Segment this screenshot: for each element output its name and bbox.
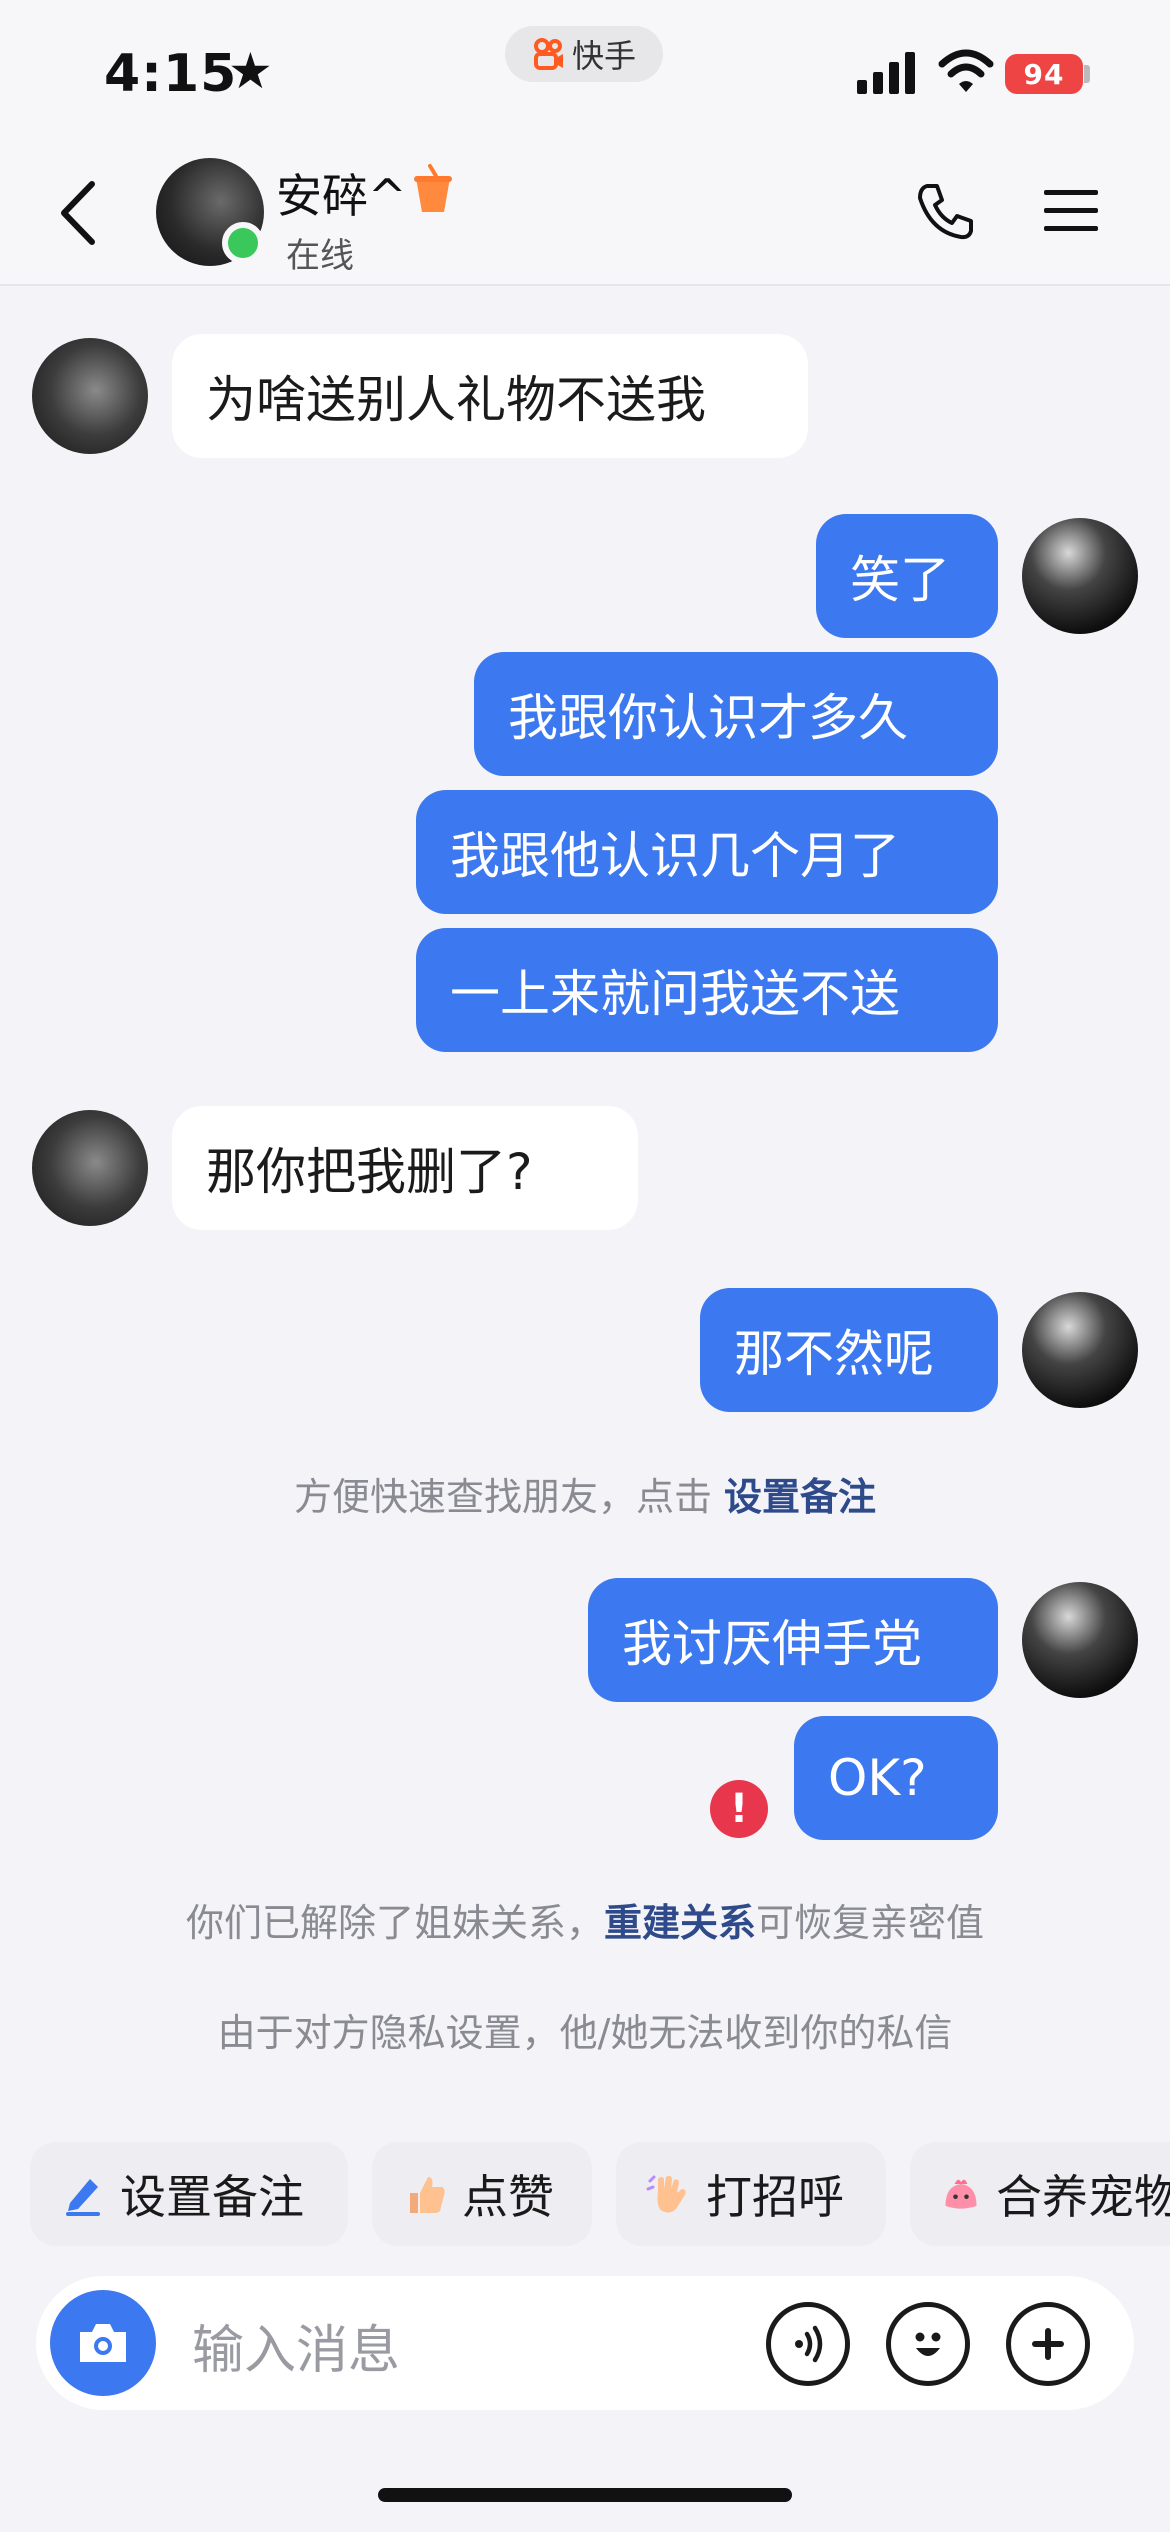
sender-avatar[interactable]: [32, 1110, 148, 1226]
quick-action-label: 设置备注: [120, 2170, 304, 2224]
contact-name[interactable]: 安碎^: [276, 160, 407, 226]
send-failed-icon[interactable]: !: [710, 1780, 768, 1838]
error-mark: !: [729, 1786, 749, 1832]
quick-action-like[interactable]: 点赞: [372, 2142, 592, 2246]
message-text: 笑了: [850, 551, 950, 609]
quick-action-label: 合养宠物: [996, 2170, 1170, 2224]
pencil-icon: [66, 2179, 100, 2216]
message-bubble-incoming[interactable]: 那你把我删了?: [172, 1106, 638, 1230]
remark-tip: 方便快速查找朋友，点击 设置备注: [0, 1466, 1170, 1521]
battery-cap: [1084, 65, 1090, 83]
my-avatar[interactable]: [1022, 1292, 1138, 1408]
camera-button[interactable]: [50, 2290, 156, 2396]
message-bubble-outgoing[interactable]: 一上来就问我送不送: [416, 928, 998, 1052]
quick-action-label: 点赞: [462, 2170, 554, 2224]
sender-avatar[interactable]: [32, 338, 148, 454]
wave-hand-icon: [646, 2175, 686, 2213]
contact-status: 在线: [286, 236, 354, 276]
quick-action-label: 打招呼: [706, 2170, 844, 2224]
camera-icon: [80, 2324, 126, 2362]
quick-action-pet[interactable]: 合养宠物: [910, 2142, 1170, 2246]
status-time: 4:15: [104, 44, 238, 104]
cup-badge-icon: [414, 164, 452, 212]
remark-tip-text: 方便快速查找朋友，点击: [293, 1475, 725, 1519]
message-text: OK?: [828, 1749, 927, 1807]
home-indicator[interactable]: [378, 2488, 792, 2502]
back-arrow-icon[interactable]: [56, 178, 100, 248]
message-text: 那你把我删了?: [206, 1143, 533, 1201]
quick-action-set-remark[interactable]: 设置备注: [30, 2142, 348, 2246]
message-text: 为啥送别人礼物不送我: [206, 371, 706, 429]
online-indicator: [222, 222, 264, 264]
kuaishou-logo-icon: [533, 38, 563, 70]
voice-wave-icon: [795, 2325, 823, 2363]
relation-notice-suffix: 可恢复亲密值: [756, 1901, 985, 1945]
message-text: 那不然呢: [734, 1325, 934, 1383]
privacy-notice: 由于对方隐私设置，他/她无法收到你的私信: [217, 2011, 953, 2055]
message-bubble-outgoing[interactable]: 我跟你认识才多久: [474, 652, 998, 776]
quick-action-greet[interactable]: 打招呼: [616, 2142, 886, 2246]
cellular-signal-icon: [857, 52, 915, 94]
wifi-icon: [938, 49, 994, 92]
message-bubble-outgoing[interactable]: 我跟他认识几个月了: [416, 790, 998, 914]
menu-icon[interactable]: [1042, 186, 1100, 236]
message-bubble-outgoing[interactable]: 那不然呢: [700, 1288, 998, 1412]
app-indicator[interactable]: 快手: [505, 26, 663, 82]
message-bubble-outgoing-failed[interactable]: OK?: [794, 1716, 998, 1840]
message-text: 我讨厌伸手党: [622, 1615, 922, 1673]
message-text: 我跟他认识几个月了: [450, 827, 900, 885]
voice-button[interactable]: [766, 2302, 850, 2386]
relation-notice: 你们已解除了姐妹关系，重建关系可恢复亲密值: [0, 1892, 1170, 1947]
star-icon: ★: [228, 42, 273, 100]
plus-icon: [1032, 2328, 1064, 2360]
rebuild-relation-link[interactable]: 重建关系: [604, 1901, 756, 1945]
battery-level: 94: [1023, 57, 1065, 91]
set-remark-link[interactable]: 设置备注: [724, 1475, 876, 1519]
emoji-icon: [915, 2332, 941, 2356]
more-button[interactable]: [1006, 2302, 1090, 2386]
message-input[interactable]: 输入消息: [192, 2308, 400, 2383]
phone-call-icon[interactable]: [915, 180, 977, 242]
my-avatar[interactable]: [1022, 518, 1138, 634]
my-avatar[interactable]: [1022, 1582, 1138, 1698]
message-text: 我跟你认识才多久: [508, 689, 908, 747]
message-bubble-outgoing[interactable]: 我讨厌伸手党: [588, 1578, 998, 1702]
message-bubble-incoming[interactable]: 为啥送别人礼物不送我: [172, 334, 808, 458]
message-text: 一上来就问我送不送: [450, 965, 900, 1023]
thumbs-up-icon: [410, 2177, 445, 2213]
app-name: 快手: [571, 37, 636, 75]
relation-notice-text: 你们已解除了姐妹关系，: [185, 1901, 604, 1945]
battery-indicator: 94: [1005, 54, 1083, 94]
pet-icon: [945, 2179, 977, 2209]
emoji-button[interactable]: [886, 2302, 970, 2386]
message-bubble-outgoing[interactable]: 笑了: [816, 514, 998, 638]
